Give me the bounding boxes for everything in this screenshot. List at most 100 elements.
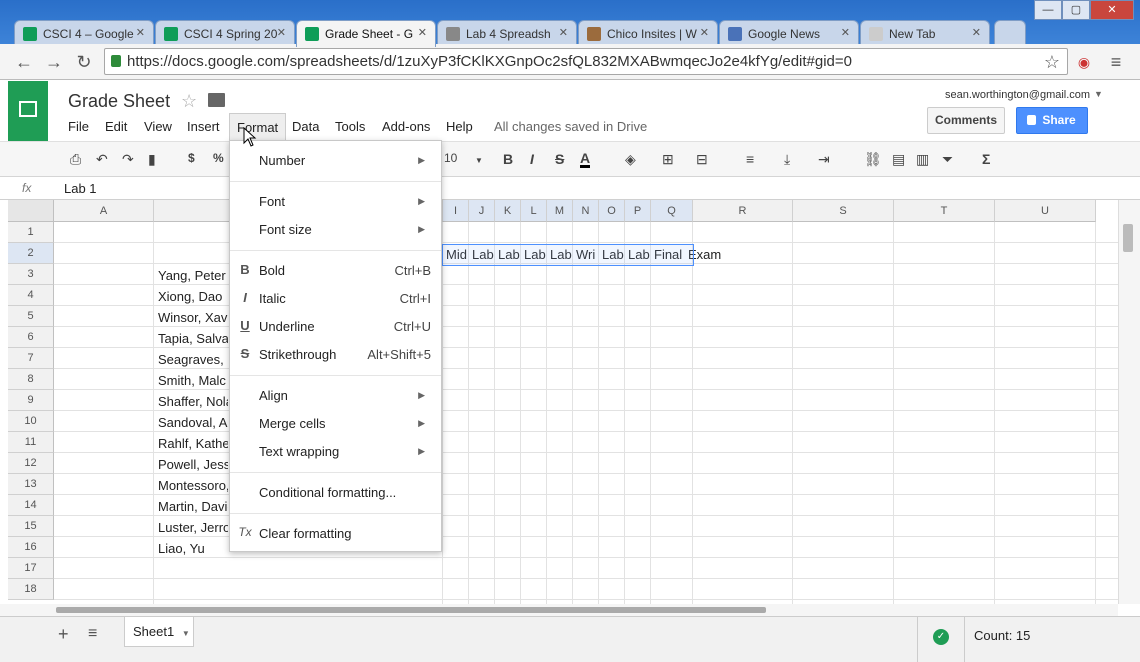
percent-format-button[interactable]: % xyxy=(213,151,224,165)
menu-item-font-size[interactable]: Font size ▶ xyxy=(230,217,441,243)
text-color-button[interactable]: A xyxy=(580,151,591,168)
count-summary[interactable]: Count: 15 xyxy=(974,628,1030,643)
user-email[interactable]: sean.worthington@gmail.com xyxy=(945,89,1090,101)
folder-icon[interactable] xyxy=(208,93,225,107)
font-size-select[interactable]: 10 xyxy=(444,151,457,165)
window-close-icon[interactable]: ✕ xyxy=(1090,0,1134,20)
student-name-cell[interactable]: Seagraves, S xyxy=(158,349,228,370)
student-name-cell[interactable]: Montessoro, xyxy=(158,475,228,496)
column-header-q[interactable]: Q xyxy=(651,200,693,222)
close-icon[interactable]: ✕ xyxy=(277,26,286,39)
borders-icon[interactable]: ⊞ xyxy=(662,151,674,168)
student-name-cell[interactable]: Martin, Davie xyxy=(158,496,228,517)
row-header-13[interactable]: 13 xyxy=(8,474,54,495)
functions-button[interactable]: Σ xyxy=(982,151,990,167)
column-header-r[interactable]: R xyxy=(693,200,793,222)
new-tab-button[interactable] xyxy=(994,20,1026,46)
minimize-icon[interactable]: — xyxy=(1034,0,1062,20)
undo-icon[interactable]: ↶ xyxy=(96,151,108,168)
row-header-16[interactable]: 16 xyxy=(8,537,54,558)
column-header-t[interactable]: T xyxy=(894,200,995,222)
menu-item-italic[interactable]: I Italic Ctrl+I xyxy=(230,286,441,312)
vertical-scrollbar[interactable] xyxy=(1118,200,1140,604)
browser-tab-5[interactable]: Google News ✕ xyxy=(719,20,859,46)
close-icon[interactable]: ✕ xyxy=(136,26,145,39)
student-name-cell[interactable]: Liao, Yu xyxy=(158,538,228,559)
row-header-10[interactable]: 10 xyxy=(8,411,54,432)
close-icon[interactable]: ✕ xyxy=(972,26,981,39)
column-header-s[interactable]: S xyxy=(793,200,894,222)
student-name-cell[interactable]: Shaffer, Nola xyxy=(158,391,228,412)
student-name-cell[interactable]: Smith, Malc xyxy=(158,370,228,391)
column-header-i[interactable]: I xyxy=(443,200,469,222)
merge-cells-icon[interactable]: ⊟ xyxy=(696,151,708,168)
row-header-1[interactable]: 1 xyxy=(8,222,54,243)
row-header-3[interactable]: 3 xyxy=(8,264,54,285)
menu-help[interactable]: Help xyxy=(446,119,473,134)
column-header-p[interactable]: P xyxy=(625,200,651,222)
browser-tab-3[interactable]: Lab 4 Spreadsh ✕ xyxy=(437,20,577,46)
forward-arrow-icon[interactable]: → xyxy=(42,50,66,74)
menu-format[interactable]: Format xyxy=(229,113,287,141)
scroll-thumb[interactable] xyxy=(1123,224,1133,252)
share-button[interactable]: Share xyxy=(1016,107,1088,134)
align-left-icon[interactable]: ≡ xyxy=(746,151,754,167)
comment-icon[interactable]: ▤ xyxy=(892,151,905,168)
menu-data[interactable]: Data xyxy=(292,119,319,134)
currency-format-button[interactable]: $ xyxy=(188,151,195,165)
row-header-8[interactable]: 8 xyxy=(8,369,54,390)
menu-view[interactable]: View xyxy=(144,119,172,134)
print-icon[interactable]: ⎙ xyxy=(70,151,81,168)
filter-icon[interactable]: ⏷ xyxy=(942,151,953,168)
select-all-corner[interactable] xyxy=(8,200,54,222)
paint-format-icon[interactable]: ▮ xyxy=(148,151,156,168)
menu-edit[interactable]: Edit xyxy=(105,119,127,134)
chart-icon[interactable]: ▥ xyxy=(916,151,929,168)
menu-item-number[interactable]: Number ▶ xyxy=(230,148,441,174)
row-header-9[interactable]: 9 xyxy=(8,390,54,411)
document-title[interactable]: Grade Sheet xyxy=(68,91,170,112)
fill-color-icon[interactable]: ◈ xyxy=(625,151,636,168)
column-header-a[interactable]: A xyxy=(54,200,154,222)
row-header-18[interactable]: 18 xyxy=(8,579,54,600)
bookmark-star-icon[interactable]: ☆ xyxy=(1040,50,1064,74)
menu-item-clear-formatting[interactable]: Tx Clear formatting xyxy=(230,521,441,547)
row-header-4[interactable]: 4 xyxy=(8,285,54,306)
row-header-5[interactable]: 5 xyxy=(8,306,54,327)
column-header-n[interactable]: N xyxy=(573,200,599,222)
browser-tab-6[interactable]: New Tab ✕ xyxy=(860,20,990,46)
student-name-cell[interactable]: Winsor, Xavi xyxy=(158,307,228,328)
student-name-cell[interactable]: Xiong, Dao xyxy=(158,286,228,307)
formula-input[interactable]: Lab 1 xyxy=(64,181,97,196)
column-header-m[interactable]: M xyxy=(547,200,573,222)
chevron-down-icon[interactable]: ▼ xyxy=(1094,89,1103,99)
close-icon[interactable]: ✕ xyxy=(841,26,850,39)
row-header-14[interactable]: 14 xyxy=(8,495,54,516)
menu-item-strikethrough[interactable]: S Strikethrough Alt+Shift+5 xyxy=(230,342,441,368)
menu-item-merge-cells[interactable]: Merge cells ▶ xyxy=(230,411,441,437)
column-header-j[interactable]: J xyxy=(469,200,495,222)
bold-button[interactable]: B xyxy=(503,151,513,167)
menu-item-align[interactable]: Align ▶ xyxy=(230,383,441,409)
row-header-7[interactable]: 7 xyxy=(8,348,54,369)
menu-insert[interactable]: Insert xyxy=(187,119,220,134)
chrome-menu-icon[interactable]: ≡ xyxy=(1104,50,1128,74)
sheet-tab[interactable]: Sheet1 ▼ xyxy=(124,617,194,647)
chevron-down-icon[interactable]: ▼ xyxy=(178,629,190,638)
italic-button[interactable]: I xyxy=(530,151,534,167)
star-icon[interactable]: ☆ xyxy=(181,91,197,112)
menu-addons[interactable]: Add-ons xyxy=(382,119,430,134)
maximize-icon[interactable]: ▢ xyxy=(1062,0,1090,20)
student-name-cell[interactable]: Rahlf, Kathe xyxy=(158,433,228,454)
menu-item-conditional-formatting[interactable]: Conditional formatting... xyxy=(230,480,441,506)
student-name-cell[interactable]: Luster, Jerro xyxy=(158,517,228,538)
menu-item-font[interactable]: Font ▶ xyxy=(230,189,441,215)
student-name-cell[interactable]: Sandoval, A xyxy=(158,412,228,433)
row-header-2[interactable]: 2 xyxy=(8,243,54,264)
back-arrow-icon[interactable]: ← xyxy=(12,50,36,74)
extension-icon[interactable]: ◉ xyxy=(1072,50,1096,74)
browser-tab-0[interactable]: CSCI 4 – Google ✕ xyxy=(14,20,154,46)
column-header-u[interactable]: U xyxy=(995,200,1096,222)
sheets-logo-icon[interactable] xyxy=(8,81,48,141)
browser-tab-4[interactable]: Chico Insites | W ✕ xyxy=(578,20,718,46)
